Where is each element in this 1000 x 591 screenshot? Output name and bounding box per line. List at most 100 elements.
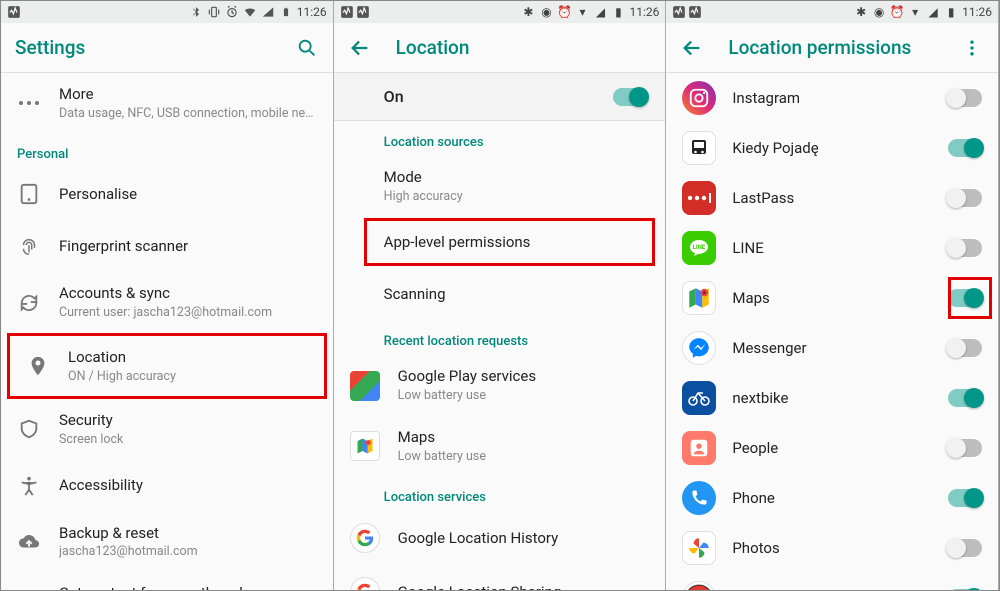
status-bar: ✱ ◉ ⏰ ▾ ◢ ▮ 11:26 xyxy=(334,1,666,23)
personalise-icon xyxy=(17,182,41,206)
fingerprint-icon xyxy=(17,234,41,258)
pulse-icon xyxy=(7,5,21,19)
battery-icon: ▮ xyxy=(944,5,958,19)
app-row[interactable]: LastPass xyxy=(666,173,998,223)
more-icon xyxy=(17,91,41,115)
sync-icon xyxy=(17,291,41,315)
page-title: Location permissions xyxy=(728,36,911,59)
location-content: On Location sources Mode High accuracy A… xyxy=(334,73,666,590)
back-icon[interactable] xyxy=(680,36,704,60)
row-more[interactable]: More Data usage, NFC, USB connection, mo… xyxy=(1,73,333,133)
app-row[interactable]: nextbike xyxy=(666,373,998,423)
app-name: Instagram xyxy=(732,89,932,108)
row-app-level-permissions[interactable]: App-level permissions xyxy=(334,216,666,268)
permission-toggle[interactable] xyxy=(948,489,982,507)
app-icon xyxy=(682,481,716,515)
bluetooth-icon: ✱ xyxy=(854,5,868,19)
accessibility-icon xyxy=(17,474,41,498)
row-title: Google Location History xyxy=(398,529,650,548)
back-icon[interactable] xyxy=(348,36,372,60)
app-icon xyxy=(682,381,716,415)
row-title: Backup & reset xyxy=(59,524,317,543)
pulse-icon xyxy=(340,5,354,19)
row-backup[interactable]: Backup & reset jascha123@hotmail.com xyxy=(1,512,333,572)
row-sub: Low battery use xyxy=(398,449,650,465)
row-fingerprint[interactable]: Fingerprint scanner xyxy=(1,220,333,272)
row-accounts[interactable]: Accounts & sync Current user: jascha123@… xyxy=(1,272,333,332)
row-mode[interactable]: Mode High accuracy xyxy=(334,156,666,216)
app-name: Phone xyxy=(732,489,932,508)
permission-toggle[interactable] xyxy=(948,339,982,357)
alarm-icon: ⏰ xyxy=(557,5,571,19)
app-row[interactable]: Kiedy Pojadę xyxy=(666,123,998,173)
row-title: Accessibility xyxy=(59,476,317,495)
permission-toggle[interactable] xyxy=(948,189,982,207)
row-location[interactable]: Location ON / High accuracy xyxy=(7,333,327,399)
app-icon xyxy=(682,131,716,165)
app-name: Maps xyxy=(732,289,932,308)
master-toggle-row[interactable]: On xyxy=(334,73,666,121)
pulse-icon xyxy=(356,5,370,19)
row-location-sharing[interactable]: Google Location Sharing xyxy=(334,565,666,590)
status-time: 11:26 xyxy=(962,5,992,19)
play-services-icon xyxy=(350,371,380,401)
permission-toggle[interactable] xyxy=(948,439,982,457)
vibrate-icon: ◉ xyxy=(539,5,553,19)
row-sub: ON / High accuracy xyxy=(68,369,308,385)
status-bar: 11:26 xyxy=(1,1,333,23)
row-title: App-level permissions xyxy=(384,233,650,252)
permission-toggle[interactable] xyxy=(948,589,982,590)
permission-toggle[interactable] xyxy=(948,539,982,557)
signal-icon xyxy=(261,5,275,19)
row-title: Scanning xyxy=(384,285,650,304)
app-row[interactable]: Messenger xyxy=(666,323,998,373)
permission-toggle[interactable] xyxy=(948,89,982,107)
google-g-icon xyxy=(350,577,380,590)
app-row[interactable]: Maps xyxy=(666,273,998,323)
app-icon xyxy=(682,531,716,565)
row-location-history[interactable]: Google Location History xyxy=(334,511,666,565)
row-title: More xyxy=(59,85,317,104)
permission-toggle[interactable] xyxy=(948,289,982,307)
status-bar: ✱ ◉ ⏰ ▾ ◢ ▮ 11:26 xyxy=(666,1,998,23)
row-sub: Current user: jascha123@hotmail.com xyxy=(59,305,317,321)
app-row[interactable]: People xyxy=(666,423,998,473)
battery-icon xyxy=(279,5,293,19)
overflow-menu-icon[interactable] xyxy=(960,36,984,60)
permission-toggle[interactable] xyxy=(948,239,982,257)
appbar-settings: Settings xyxy=(1,23,333,73)
alarm-icon xyxy=(225,5,239,19)
app-row[interactable]: Phone xyxy=(666,473,998,523)
maps-icon xyxy=(350,431,380,461)
row-personalise[interactable]: Personalise xyxy=(1,168,333,220)
app-list[interactable]: Instagram Kiedy PojadęLastPassLINELINE Map… xyxy=(666,73,998,590)
appbar-permissions: Location permissions xyxy=(666,23,998,73)
row-title: Google Play services xyxy=(398,367,650,386)
permission-toggle[interactable] xyxy=(948,389,982,407)
app-icon xyxy=(682,331,716,365)
vibrate-icon: ◉ xyxy=(872,5,886,19)
app-row[interactable]: Pokémon GO xyxy=(666,573,998,590)
row-get-content[interactable]: Get content from another phone Get conta… xyxy=(1,572,333,590)
search-icon[interactable] xyxy=(295,36,319,60)
row-scanning[interactable]: Scanning xyxy=(334,268,666,320)
row-sub: High accuracy xyxy=(384,189,650,205)
panel-location: ✱ ◉ ⏰ ▾ ◢ ▮ 11:26 Location On Location s… xyxy=(334,1,667,590)
pulse-icon xyxy=(672,5,686,19)
page-title: Settings xyxy=(15,36,85,59)
location-pin-icon xyxy=(26,354,50,378)
app-row[interactable]: LINELINE xyxy=(666,223,998,273)
row-sub: Data usage, NFC, USB connection, mobile … xyxy=(59,106,317,122)
app-row[interactable]: Instagram xyxy=(666,73,998,123)
settings-content: More Data usage, NFC, USB connection, mo… xyxy=(1,73,333,590)
app-row[interactable]: Photos xyxy=(666,523,998,573)
row-security[interactable]: Security Screen lock xyxy=(1,399,333,459)
row-title: Location xyxy=(68,348,308,367)
page-title: Location xyxy=(396,36,470,59)
permission-toggle[interactable] xyxy=(948,139,982,157)
location-master-toggle[interactable] xyxy=(613,88,647,106)
row-accessibility[interactable]: Accessibility xyxy=(1,460,333,512)
row-maps-recent[interactable]: Maps Low battery use xyxy=(334,416,666,476)
app-icon xyxy=(682,281,716,315)
row-play-services[interactable]: Google Play services Low battery use xyxy=(334,355,666,415)
